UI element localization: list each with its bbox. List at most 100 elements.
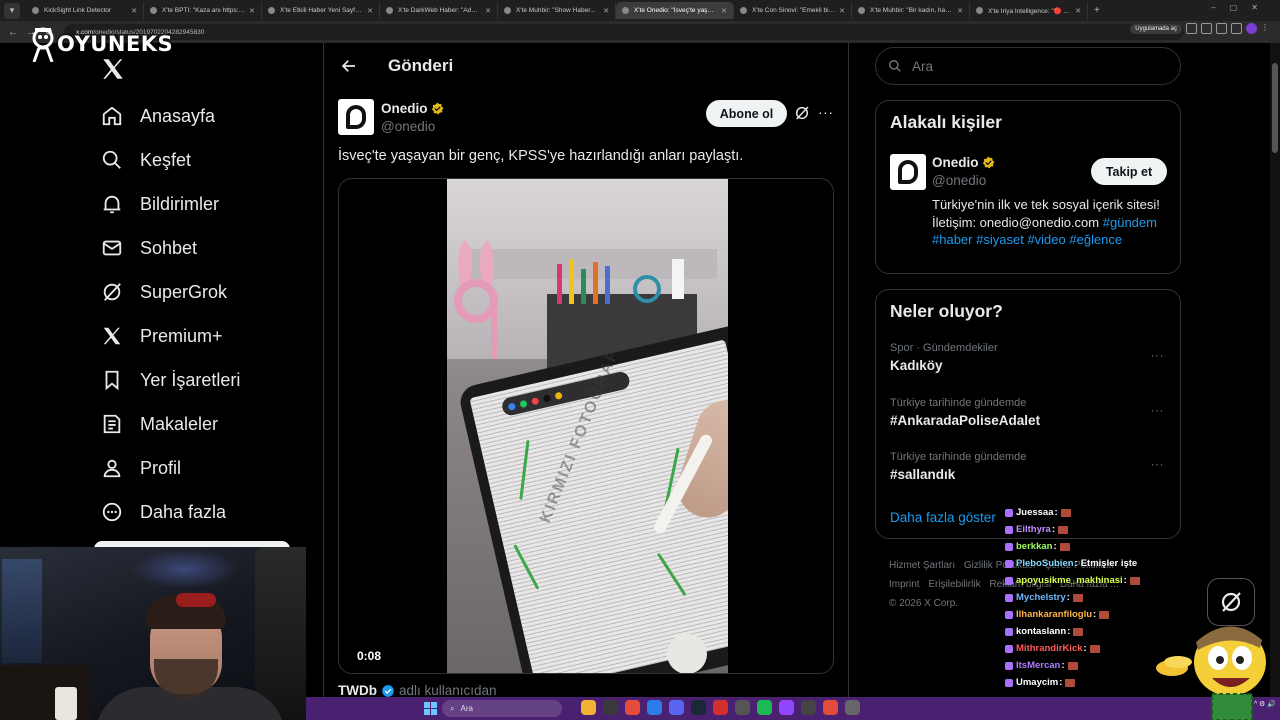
trend-item[interactable]: Türkiye tarihinde gündemde #sallandık ··… [890, 451, 1170, 482]
nav-item-chat[interactable]: Sohbet [100, 226, 240, 270]
chat-username[interactable]: MithrandirKick [1016, 640, 1083, 657]
tab-close-icon[interactable]: ✕ [367, 7, 373, 15]
back-arrow-icon[interactable] [340, 57, 358, 75]
nav-item-more[interactable]: Daha fazla [100, 490, 240, 534]
author-avatar[interactable] [338, 99, 374, 135]
browser-tab[interactable]: X'te BPTI: "Kaza anı https://t.co... ✕ [144, 2, 262, 19]
verified-badge-icon [431, 102, 443, 115]
twitch-icon[interactable] [779, 700, 794, 715]
bookmark-star-icon[interactable] [1216, 23, 1227, 34]
hashtag-link[interactable]: #gündem [1103, 215, 1157, 230]
taskbar-search[interactable]: ⌕ Ara [442, 700, 562, 717]
hashtag-link[interactable]: #video [1027, 232, 1065, 247]
chat-badge-icon [1005, 559, 1013, 568]
nav-item-supergrok[interactable]: SuperGrok [100, 270, 240, 314]
chat-username[interactable]: PleboSubien [1016, 555, 1074, 572]
edge-icon[interactable] [647, 700, 662, 715]
menu-icon[interactable]: ⋮ [1261, 23, 1272, 34]
nav-item-home[interactable]: Anasayfa [100, 94, 240, 138]
chat-username[interactable]: berkkan [1016, 538, 1052, 555]
hashtag-link[interactable]: #eğlence [1069, 232, 1122, 247]
browser-tab[interactable]: X'te Onedio: "İsveç'te yaşayan... ✕ [616, 2, 734, 19]
grok-icon[interactable] [794, 105, 810, 121]
trend-item[interactable]: Türkiye tarihinde gündemde #AnkaradaPoli… [890, 397, 1170, 428]
share-icon[interactable] [1201, 23, 1212, 34]
new-tab-button[interactable]: + [1094, 5, 1100, 16]
nav-item-premium[interactable]: Premium+ [100, 314, 240, 358]
browser-tab[interactable]: X'te DarkWeb Haber: "Adana'd... ✕ [380, 2, 498, 19]
tab-close-icon[interactable]: ✕ [721, 7, 727, 15]
obs-icon[interactable] [801, 700, 816, 715]
chat-username[interactable]: Ilhankaranfiloglu [1016, 606, 1092, 623]
nav-item-bookmarks[interactable]: Yer İşaretleri [100, 358, 240, 402]
tab-close-icon[interactable]: ✕ [839, 7, 845, 15]
window-controls[interactable]: –▢✕ [1211, 3, 1272, 12]
steam-icon[interactable] [691, 700, 706, 715]
browser-tab[interactable]: X'te Iriya Intelligence: "🔴 Yaşı... ✕ [970, 2, 1088, 19]
more-options-icon[interactable]: ··· [1151, 403, 1165, 417]
open-in-app-button[interactable]: Uygulamada aç [1130, 23, 1182, 34]
footer-link[interactable]: Erişilebilirlik [928, 579, 980, 590]
chat-username[interactable]: apoyusikme_makhinasi [1016, 572, 1123, 589]
related-handle[interactable]: @onedio [932, 173, 986, 188]
author-handle[interactable]: @onedio [381, 119, 435, 134]
scroll-thumb[interactable] [1272, 63, 1278, 153]
tab-close-icon[interactable]: ✕ [603, 7, 609, 15]
chat-username[interactable]: Juessaa [1016, 504, 1054, 521]
extensions-icon[interactable] [1231, 23, 1242, 34]
nav-item-articles[interactable]: Makaleler [100, 402, 240, 446]
back-arrow-icon[interactable]: ← [6, 27, 20, 38]
footer-link[interactable]: Imprint [889, 579, 920, 590]
trend-item[interactable]: Spor · Gündemdekiler Kadıköy ··· [890, 342, 1170, 373]
follow-button[interactable]: Takip et [1091, 158, 1167, 185]
browser-tab[interactable]: X'te Con Sinovi: "Emekli bir ajan... ✕ [734, 2, 852, 19]
subscribe-button[interactable]: Abone ol [706, 100, 787, 127]
app-icon[interactable] [735, 700, 750, 715]
related-avatar[interactable] [890, 154, 926, 190]
app-icon[interactable] [713, 700, 728, 715]
browser-tab[interactable]: KickSight Link Detector ✕ [26, 2, 144, 19]
footer-link[interactable]: Hizmet Şartları [889, 560, 955, 571]
chat-username[interactable]: ItsMercan [1016, 657, 1060, 674]
app-icon[interactable] [845, 700, 860, 715]
spotify-icon[interactable] [757, 700, 772, 715]
page-scrollbar[interactable] [1270, 43, 1280, 698]
search-box[interactable] [875, 47, 1181, 85]
chat-username[interactable]: Eilthyra [1016, 521, 1051, 538]
chat-username[interactable]: Umaycim [1016, 674, 1058, 691]
tab-search-button[interactable]: ▾ [4, 2, 20, 19]
zoom-icon[interactable] [1186, 23, 1197, 34]
browser-tab[interactable]: X'te Muhbir: "Show Haber... ✕ [498, 2, 616, 19]
hashtag-link[interactable]: #siyaset [976, 232, 1024, 247]
chrome-icon[interactable] [625, 700, 640, 715]
tab-close-icon[interactable]: ✕ [957, 7, 963, 15]
chat-username[interactable]: kontaslann [1016, 623, 1066, 640]
tab-close-icon[interactable]: ✕ [249, 7, 255, 15]
browser-tab[interactable]: X'te Muhbir: "Bir kadın, hay... ✕ [852, 2, 970, 19]
tab-close-icon[interactable]: ✕ [131, 7, 137, 15]
more-options-icon[interactable]: ··· [1151, 457, 1165, 471]
hashtag-link[interactable]: #haber [932, 232, 972, 247]
chat-username[interactable]: Mychelstry [1016, 589, 1066, 606]
nav-item-explore[interactable]: Keşfet [100, 138, 240, 182]
profile-avatar[interactable] [1246, 23, 1257, 34]
video-player[interactable]: KIRMIZI FOTOĞRAF 0:08 [338, 178, 834, 674]
address-bar[interactable]: x.com/onedio/status/2019702204282945830 [64, 24, 1184, 40]
more-options-icon[interactable]: ··· [1151, 348, 1165, 362]
browser-tab[interactable]: X'te Etkili Haber Yeni Sayfa: "Al... ✕ [262, 2, 380, 19]
search-input[interactable] [912, 58, 1152, 74]
tab-close-icon[interactable]: ✕ [485, 7, 491, 15]
show-more-link[interactable]: Daha fazla göster [890, 510, 996, 525]
discord-icon[interactable] [669, 700, 684, 715]
nav-item-profile[interactable]: Profil [100, 446, 240, 490]
tab-close-icon[interactable]: ✕ [1075, 7, 1081, 15]
related-name-row[interactable]: Onedio [932, 155, 995, 170]
chrome-icon[interactable] [823, 700, 838, 715]
reply-author-name[interactable]: TWDb [338, 683, 377, 698]
nav-item-notifications[interactable]: Bildirimler [100, 182, 240, 226]
windows-start-icon[interactable] [424, 702, 437, 715]
more-options-icon[interactable]: ··· [818, 104, 834, 120]
file-explorer-icon[interactable] [581, 700, 596, 715]
author-name-row[interactable]: Onedio [381, 101, 444, 116]
app-icon[interactable] [603, 700, 618, 715]
